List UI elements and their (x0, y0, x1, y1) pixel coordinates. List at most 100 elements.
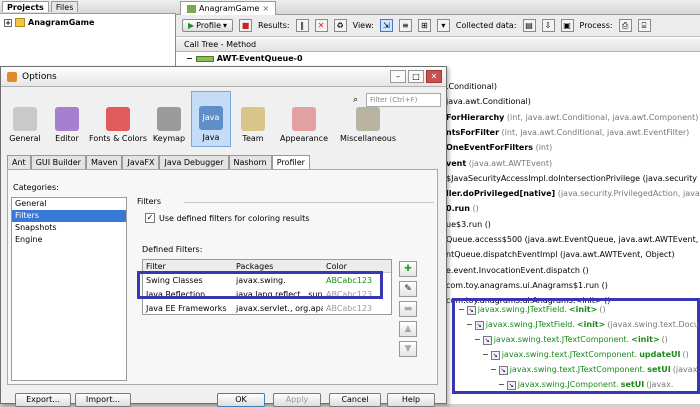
tab-maven[interactable]: Maven (85, 155, 123, 169)
cancel-button[interactable]: Cancel (329, 393, 381, 407)
tab-nashorn[interactable]: Nashorn (228, 155, 272, 169)
method-signature: $JavaSecurityAccessImpl.doIntersectionPr… (446, 173, 697, 183)
category-label: Miscellaneous (339, 134, 397, 143)
save-icon[interactable]: ▣ (560, 19, 574, 32)
ok-button[interactable]: OK (217, 393, 265, 407)
tab-ant[interactable]: Ant (7, 155, 31, 169)
gc-icon[interactable]: ♻ (333, 19, 347, 32)
tab-javafx[interactable]: JavaFX (122, 155, 160, 169)
checkbox-checked-icon[interactable]: ✓ (145, 213, 155, 223)
expand-icon[interactable]: + (4, 18, 12, 27)
call-tree-row[interactable]: − ↘ javax.swing.JComponent. setUI (javax. (498, 378, 673, 392)
tab-gui-builder[interactable]: GUI Builder (30, 155, 86, 169)
category-fonts-colors[interactable]: Fonts & Colors (89, 91, 147, 147)
project-root[interactable]: + AnagramGame (4, 18, 94, 27)
tab-java-debugger[interactable]: Java Debugger (159, 155, 229, 169)
move-up-button[interactable]: ▲ (399, 321, 417, 337)
category-java[interactable]: Java Java (191, 91, 231, 147)
view-settings-icon[interactable]: ▾ (436, 19, 450, 32)
collapse-icon[interactable]: − (482, 348, 489, 362)
tab-profiler[interactable]: Profiler (271, 155, 310, 170)
minimize-button[interactable]: – (390, 70, 406, 83)
edit-filter-button[interactable]: ✎ (399, 281, 417, 297)
editor-tab-anagramgame[interactable]: AnagramGame × (180, 1, 277, 15)
help-button[interactable]: Help (387, 393, 435, 407)
add-filter-button[interactable]: ✚ (399, 261, 417, 277)
table-row[interactable]: Java EE Frameworks javax.servlet., org.a… (143, 302, 391, 315)
process-label: Process: (579, 21, 613, 30)
heap-dump-icon[interactable]: ⌸ (637, 19, 651, 32)
call-tree-row[interactable]: java.awt.Conditional) (446, 95, 531, 109)
thread-node[interactable]: − AWT-EventQueue-0 (186, 54, 303, 63)
call-tree-row[interactable]: − ↘ javax.swing.text.JTextComponent. setUI … (490, 363, 700, 377)
class-name: javax.swing.text.JTextComponent. (501, 350, 638, 359)
import-button[interactable]: Import... (75, 393, 131, 407)
call-tree-row[interactable]: $JavaSecurityAccessImpl.doIntersectionPr… (446, 172, 697, 186)
tab-projects[interactable]: Projects (2, 1, 49, 12)
window-controls: – □ ✕ (390, 70, 442, 83)
dialog-titlebar: Options (1, 67, 446, 87)
collapse-icon[interactable]: − (466, 318, 473, 332)
collapse-icon[interactable]: − (186, 54, 193, 63)
use-defined-filters[interactable]: ✓ Use defined filters for coloring resul… (145, 213, 309, 223)
call-tree-row[interactable]: com.toy.anagrams.ui.Anagrams$1.run () (446, 279, 608, 293)
call-tree-row[interactable]: ue$3.run () (446, 218, 491, 232)
pause-icon[interactable]: ‖ (295, 19, 309, 32)
call-tree-row[interactable]: − ↘ javax.swing.text.JTextComponent. <init>… (474, 333, 668, 347)
category-label: Keymap (152, 134, 186, 143)
stop-icon[interactable]: ■ (239, 19, 253, 32)
call-tree-row[interactable]: − ↘ javax.swing.text.JTextComponent. update… (482, 348, 689, 362)
maximize-button[interactable]: □ (408, 70, 424, 83)
category-keymap[interactable]: Keymap (149, 91, 189, 147)
category-label: Fonts & Colors (89, 134, 147, 143)
java-icon: Java (199, 106, 223, 130)
list-item-general[interactable]: General (12, 198, 126, 210)
call-tree-row[interactable]: − ↘ javax.swing.JTextField. <init> (javax.s… (466, 318, 699, 332)
collapse-icon[interactable]: − (498, 378, 505, 392)
call-tree-row[interactable]: e.event.InvocationEvent.dispatch () (446, 264, 589, 278)
hot-spots-icon[interactable]: ≡ (398, 19, 412, 32)
export-icon[interactable]: ⇩ (541, 19, 555, 32)
tab-files[interactable]: Files (50, 1, 79, 12)
method-signature: (int, java.awt.Conditional, java.awt.Eve… (499, 127, 690, 137)
call-tree-row[interactable]: Queue.access$500 (java.awt.EventQueue, j… (446, 233, 698, 247)
thread-dump-icon[interactable]: ⎙ (618, 19, 632, 32)
category-appearance[interactable]: Appearance (275, 91, 333, 147)
use-defined-label: Use defined filters for coloring results (159, 213, 310, 223)
list-item-filters[interactable]: Filters (12, 210, 126, 222)
call-tree-row[interactable]: − ↘ javax.swing.JTextField. <init> () (458, 303, 606, 317)
category-general[interactable]: General (5, 91, 45, 147)
call-tree-row[interactable]: OneEventForFilters (int) (446, 141, 552, 155)
category-team[interactable]: Team (233, 91, 273, 147)
call-tree-row[interactable]: ntQueue.dispatchEventImpl (java.awt.AWTE… (446, 248, 675, 262)
call-tree-row[interactable]: vent (java.awt.AWTEvent) (446, 157, 552, 171)
call-tree-row[interactable]: ntsForFilter (int, java.awt.Conditional,… (446, 126, 689, 140)
collapse-icon[interactable]: − (474, 333, 481, 347)
collapse-icon[interactable]: − (458, 303, 465, 317)
collapse-icon[interactable]: − (490, 363, 497, 377)
fonts-icon (106, 107, 130, 131)
list-item-snapshots[interactable]: Snapshots (12, 222, 126, 234)
call-tree-row[interactable]: 0.run () (446, 202, 479, 216)
call-tree-row[interactable]: ller.doPrivileged[native] (java.security… (446, 187, 700, 201)
category-editor[interactable]: Editor (47, 91, 87, 147)
close-icon[interactable]: × (262, 4, 269, 13)
reset-icon[interactable]: ✕ (314, 19, 328, 32)
combined-icon[interactable]: ⊞ (417, 19, 431, 32)
call-tree-row[interactable]: .Conditional) (446, 80, 497, 94)
move-down-button[interactable]: ▼ (399, 341, 417, 357)
export-button[interactable]: Export... (15, 393, 71, 407)
project-icon (15, 18, 25, 27)
call-tree-row[interactable]: ForHierarchy (int, java.awt.Conditional,… (446, 111, 698, 125)
list-item-engine[interactable]: Engine (12, 234, 126, 246)
profile-button[interactable]: ▶ Profile ▾ (182, 19, 234, 32)
snapshot-icon[interactable]: ▤ (522, 19, 536, 32)
category-label: General (9, 134, 41, 143)
call-tree-icon[interactable]: ⇲ (379, 19, 393, 32)
chevron-down-icon: ▾ (223, 21, 228, 30)
filter-input[interactable]: Filter (Ctrl+F) (366, 93, 441, 107)
close-button[interactable]: ✕ (426, 70, 442, 83)
apply-button[interactable]: Apply (273, 393, 321, 407)
options-subtabs: Ant GUI Builder Maven JavaFX Java Debugg… (7, 155, 310, 170)
remove-filter-button[interactable]: ▬ (399, 301, 417, 317)
